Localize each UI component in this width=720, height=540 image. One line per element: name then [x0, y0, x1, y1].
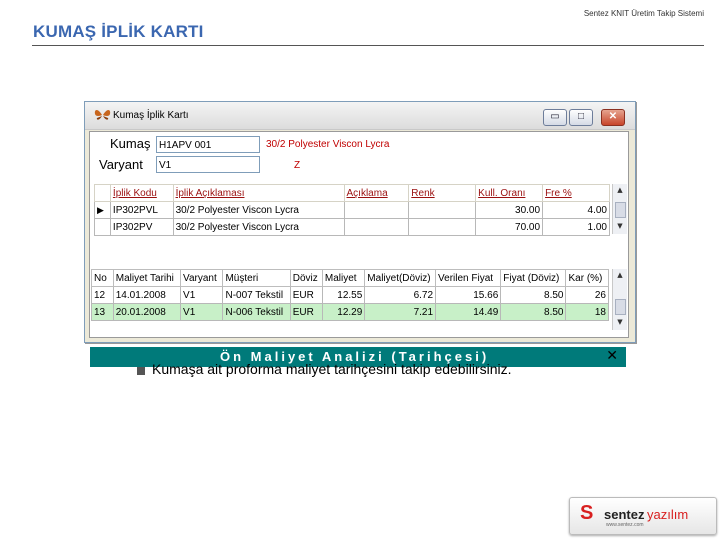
col-fiyat-doviz[interactable]: Fiyat (Döviz)	[500, 269, 567, 287]
col-fre[interactable]: Fre %	[542, 184, 610, 202]
close-button[interactable]: ✕	[601, 109, 625, 126]
yarn-table: İplik Kodu İplik Açıklaması Açıklama Ren…	[94, 184, 610, 236]
logo-name: sentez	[604, 507, 645, 522]
table-cell[interactable]: 12	[91, 286, 114, 304]
logo-subtext: www.sentez.com	[606, 522, 644, 528]
table-cell[interactable]: 1.00	[542, 218, 610, 236]
table-cell[interactable]: 6.72	[364, 286, 437, 304]
table-cell[interactable]: 14.49	[435, 303, 502, 321]
table-cell[interactable]: V1	[180, 303, 224, 321]
bullet-square-icon	[137, 367, 145, 375]
table-row[interactable]: IP302PV 30/2 Polyester Viscon Lycra 70.0…	[94, 218, 610, 236]
title-divider	[32, 45, 704, 46]
col-iplik-kodu[interactable]: İplik Kodu	[109, 184, 174, 202]
maximize-button[interactable]: □	[569, 109, 593, 126]
cost-table-header: No Maliyet Tarihi Varyant Müşteri Döviz …	[91, 269, 609, 287]
table-cell[interactable]: N-007 Tekstil	[222, 286, 291, 304]
scroll-thumb[interactable]	[615, 202, 626, 218]
col-maliyet[interactable]: Maliyet	[321, 269, 366, 287]
table-cell[interactable]: IP302PVL	[109, 201, 174, 219]
table-cell[interactable]: 8.50	[500, 303, 567, 321]
table-cell[interactable]: 4.00	[542, 201, 610, 219]
table-cell[interactable]: EUR	[289, 303, 323, 321]
col-iplik-aciklamasi[interactable]: İplik Açıklaması	[172, 184, 345, 202]
header-right-text: Sentez KNIT Üretim Takip Sistemi	[583, 9, 704, 18]
sentez-logo: S sentez yazılım www.sentez.com	[569, 497, 717, 535]
table-cell[interactable]: 8.50	[500, 286, 567, 304]
window-title: Kumaş İplik Kartı	[113, 110, 189, 121]
cost-table-scrollbar[interactable]: ▲ ▼	[612, 269, 627, 330]
kumas-label: Kumaş	[110, 136, 151, 151]
row-indicator-header	[94, 184, 111, 202]
table-cell[interactable]	[408, 218, 477, 236]
table-cell[interactable]: N-006 Tekstil	[222, 303, 291, 321]
varyant-field[interactable]: V1	[156, 156, 260, 173]
col-musteri[interactable]: Müşteri	[222, 269, 291, 287]
col-maliyet-tarihi[interactable]: Maliyet Tarihi	[112, 269, 182, 287]
kumas-description: 30/2 Polyester Viscon Lycra	[266, 139, 390, 150]
scroll-up-icon[interactable]: ▲	[614, 270, 626, 281]
table-cell[interactable]: 20.01.2008	[112, 303, 182, 321]
minimize-button[interactable]: ▭	[543, 109, 567, 126]
col-renk[interactable]: Renk	[408, 184, 477, 202]
table-cell[interactable]: 70.00	[475, 218, 544, 236]
col-aciklama[interactable]: Açıklama	[343, 184, 410, 202]
scroll-up-icon[interactable]: ▲	[614, 185, 626, 196]
col-varyant[interactable]: Varyant	[180, 269, 224, 287]
yarn-table-header: İplik Kodu İplik Açıklaması Açıklama Ren…	[94, 184, 610, 202]
table-cell[interactable]: 15.66	[435, 286, 502, 304]
varyant-label: Varyant	[99, 157, 143, 172]
table-cell[interactable]: 26	[565, 286, 609, 304]
table-cell[interactable]	[343, 218, 410, 236]
page-title: KUMAŞ İPLİK KARTI	[33, 22, 204, 41]
table-cell[interactable]: 14.01.2008	[112, 286, 182, 304]
table-cell[interactable]: V1	[180, 286, 224, 304]
scroll-down-icon[interactable]: ▼	[614, 317, 626, 328]
col-no[interactable]: No	[91, 269, 114, 287]
cost-panel-close-icon[interactable]: ✕	[606, 348, 618, 364]
table-cell[interactable]: 30/2 Polyester Viscon Lycra	[172, 218, 345, 236]
scroll-down-icon[interactable]: ▼	[614, 221, 626, 232]
logo-mark: S	[580, 502, 594, 524]
yarn-table-scrollbar[interactable]: ▲ ▼	[612, 184, 627, 234]
table-cell[interactable]: 18	[565, 303, 609, 321]
row-indicator: ▶	[94, 201, 111, 219]
varyant-extra: Z	[294, 160, 301, 171]
table-cell[interactable]: 12.55	[321, 286, 366, 304]
bullet-text: Kumaşa ait proforma maliyet tarihçesini …	[152, 361, 512, 377]
table-cell[interactable]: 13	[91, 303, 114, 321]
col-kull-orani[interactable]: Kull. Oranı	[475, 184, 544, 202]
row-indicator	[94, 218, 111, 236]
col-doviz[interactable]: Döviz	[289, 269, 323, 287]
table-cell[interactable]: EUR	[289, 286, 323, 304]
col-kar[interactable]: Kar (%)	[565, 269, 609, 287]
table-cell[interactable]: 30/2 Polyester Viscon Lycra	[172, 201, 345, 219]
table-cell[interactable]	[343, 201, 410, 219]
table-row[interactable]: ▶ IP302PVL 30/2 Polyester Viscon Lycra 3…	[94, 201, 610, 219]
butterfly-icon	[94, 110, 111, 120]
logo-name-suffix: yazılım	[647, 507, 689, 522]
window-titlebar[interactable]: Kumaş İplik Kartı ▭ □ ✕	[85, 102, 635, 130]
table-row[interactable]: 12 14.01.2008 V1 N-007 Tekstil EUR 12.55…	[91, 286, 609, 304]
table-cell[interactable]: 12.29	[321, 303, 366, 321]
cost-history-table: No Maliyet Tarihi Varyant Müşteri Döviz …	[91, 269, 609, 321]
col-maliyet-doviz[interactable]: Maliyet(Döviz)	[364, 269, 437, 287]
table-row[interactable]: 13 20.01.2008 V1 N-006 Tekstil EUR 12.29…	[91, 303, 609, 321]
kumas-code-field[interactable]: H1APV 001	[156, 136, 260, 153]
table-cell[interactable]: 30.00	[475, 201, 544, 219]
scroll-thumb[interactable]	[615, 299, 626, 315]
table-cell[interactable]: IP302PV	[109, 218, 174, 236]
col-verilen-fiyat[interactable]: Verilen Fiyat	[435, 269, 502, 287]
table-cell[interactable]: 7.21	[364, 303, 437, 321]
table-cell[interactable]	[408, 201, 477, 219]
